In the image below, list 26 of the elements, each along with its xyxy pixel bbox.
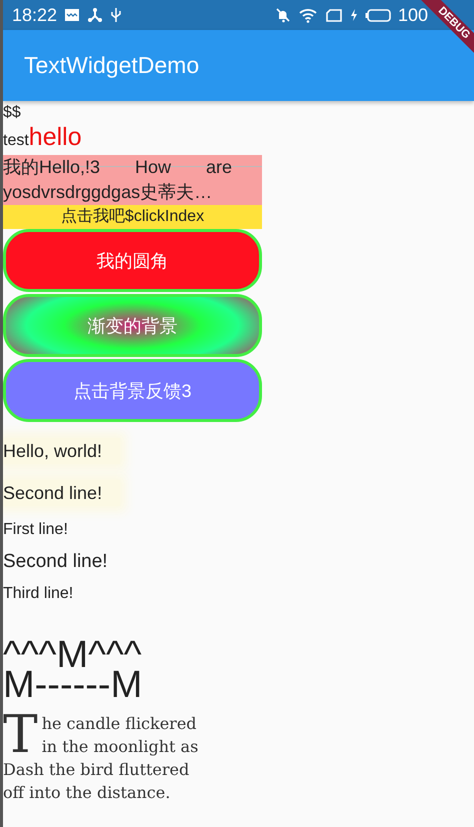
charging-icon — [350, 7, 358, 23]
strut-text-line: M------M — [3, 670, 142, 700]
dollar-text: $$ — [3, 103, 21, 123]
hello-text: hello — [28, 123, 82, 152]
glow-text: Second line! — [3, 480, 120, 506]
rounded-button[interactable]: 渐变的背景 — [3, 294, 262, 357]
sim-card-icon — [324, 7, 343, 23]
usb-icon — [110, 7, 122, 23]
status-time: 18:22 — [12, 4, 58, 26]
rounded-button[interactable]: 我的圆角 — [3, 229, 262, 292]
share-icon — [87, 7, 104, 23]
click-text[interactable]: 点击我吧$clickIndex — [3, 205, 262, 229]
rounded-button[interactable]: 点击背景反馈3 — [3, 359, 262, 422]
strut-text-line: ^^^M^^^ — [3, 640, 142, 670]
justified-text-line: yosdvrsdrggdgas史蒂夫… — [3, 181, 214, 204]
text-line: Third line! — [3, 584, 74, 604]
image-icon — [64, 7, 80, 23]
text-line: Second line! — [3, 550, 108, 574]
app-title: TextWidgetDemo — [24, 52, 200, 79]
battery-icon — [364, 7, 391, 23]
text-line: First line! — [3, 520, 69, 540]
wifi-icon — [298, 7, 318, 23]
glow-text: Hello, world! — [3, 438, 120, 464]
battery-level: 100 — [398, 4, 428, 26]
muted-bell-icon — [274, 7, 291, 23]
test-text: test — [3, 131, 29, 151]
